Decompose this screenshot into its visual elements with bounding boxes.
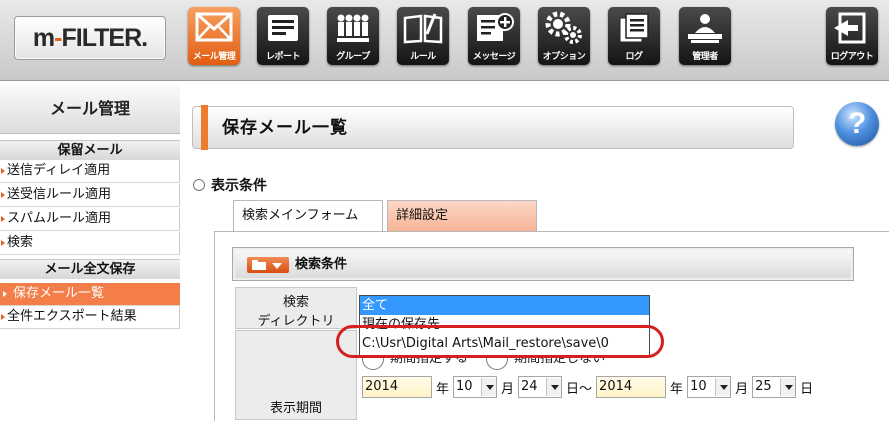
- display-condition-toggle[interactable]: 表示条件: [193, 175, 267, 195]
- tab-search-main-form[interactable]: 検索メインフォーム: [233, 200, 383, 231]
- search-condition-header: 検索条件: [232, 247, 854, 281]
- to-month-select[interactable]: 10: [687, 376, 732, 398]
- logout-icon: [834, 12, 866, 44]
- chevron-down-icon: [715, 378, 731, 396]
- gears-icon: [545, 11, 582, 44]
- nav-logout-button[interactable]: ログアウト: [826, 7, 878, 65]
- chevron-down-icon: [780, 378, 796, 396]
- nav-log-button[interactable]: ログ: [608, 7, 660, 65]
- sidebar-title: メール管理: [0, 84, 180, 134]
- dropdown-option-all[interactable]: 全て: [360, 296, 649, 315]
- nav-admin-button[interactable]: 管理者: [679, 7, 731, 65]
- unit-label: 月: [501, 381, 515, 397]
- rule-book-icon: [403, 13, 443, 44]
- sidebar-item-export-results[interactable]: 全件エクスポート結果: [0, 306, 180, 329]
- label-line: 検索: [282, 295, 309, 310]
- tab-advanced-settings[interactable]: 詳細設定: [387, 200, 537, 231]
- to-day-select[interactable]: 25: [752, 376, 797, 398]
- select-value: 24: [521, 379, 538, 394]
- nav-label: メッセージ: [472, 52, 516, 62]
- top-bar: m-FILTER. メール管理 レポート グループ ルール メッセージ オプショ…: [0, 0, 889, 81]
- chevron-down-icon: [546, 378, 562, 396]
- nav-label: ログ: [625, 52, 643, 62]
- group-icon: [337, 14, 369, 42]
- label-line: ディレクトリ: [257, 314, 335, 329]
- nav-label: ログアウト: [830, 52, 874, 62]
- highlight-annotation: [336, 325, 664, 358]
- log-icon: [619, 13, 649, 43]
- help-icon[interactable]: ?: [835, 102, 879, 146]
- select-value: 10: [690, 379, 707, 394]
- sidebar-item-send-delay[interactable]: 送信ディレイ適用: [0, 160, 180, 183]
- page-title: 保存メール一覧: [222, 118, 348, 138]
- select-value: 10: [456, 379, 473, 394]
- sidebar-item-saved-mail-list[interactable]: 保存メール一覧: [0, 283, 180, 306]
- select-value: 25: [755, 379, 772, 394]
- to-year-input[interactable]: 2014: [596, 376, 667, 398]
- date-range-row: 2014 年 10 月 24 日〜 2014 年 10 月 25 日: [362, 376, 817, 398]
- unit-label: 年: [436, 381, 450, 397]
- message-add-icon: [477, 13, 514, 41]
- radio-icon: [193, 179, 205, 191]
- nav-label: レポート: [265, 52, 301, 62]
- title-accent: [201, 105, 208, 150]
- display-condition-label: 表示条件: [211, 178, 267, 194]
- nav-message-button[interactable]: メッセージ: [468, 7, 520, 65]
- from-year-input[interactable]: 2014: [362, 376, 432, 398]
- sidebar-item-send-receive-rule[interactable]: 送受信ルール適用: [0, 184, 180, 207]
- nav-label: ルール: [410, 52, 436, 62]
- from-day-select[interactable]: 24: [518, 376, 563, 398]
- nav-label: グループ: [336, 52, 370, 62]
- envelope-icon: [195, 12, 233, 42]
- nav-option-button[interactable]: オプション: [538, 7, 590, 65]
- nav-label: メール管理: [192, 52, 236, 62]
- from-month-select[interactable]: 10: [453, 376, 498, 398]
- unit-label: 年: [670, 381, 684, 397]
- nav-mail-management-button[interactable]: メール管理: [188, 7, 240, 65]
- sidebar-item-search[interactable]: 検索: [0, 232, 180, 255]
- unit-label: 日: [800, 381, 814, 397]
- collapse-toggle-button[interactable]: [247, 257, 289, 273]
- sidebar-item-spam-rule[interactable]: スパムルール適用: [0, 208, 180, 231]
- page-title-bar: 保存メール一覧: [192, 105, 794, 150]
- nav-report-button[interactable]: レポート: [257, 7, 309, 65]
- report-icon: [268, 15, 298, 41]
- unit-label: 月: [735, 381, 749, 397]
- nav-group-button[interactable]: グループ: [327, 7, 379, 65]
- search-condition-label: 検索条件: [295, 257, 348, 272]
- nav-label: 管理者: [692, 52, 718, 62]
- chevron-down-icon: [481, 378, 497, 396]
- nav-rule-button[interactable]: ルール: [397, 7, 449, 65]
- admin-icon: [688, 14, 722, 43]
- unit-label: 日〜: [566, 381, 593, 397]
- folder-dropdown-icon: [252, 260, 282, 270]
- sidebar-section-held-mail: 保留メール: [0, 140, 180, 160]
- m-filter-logo: m-FILTER.: [14, 16, 166, 60]
- sidebar-section-archive: メール全文保存: [0, 259, 180, 279]
- nav-label: オプション: [542, 52, 586, 62]
- search-directory-label: 検索 ディレクトリ: [235, 287, 357, 329]
